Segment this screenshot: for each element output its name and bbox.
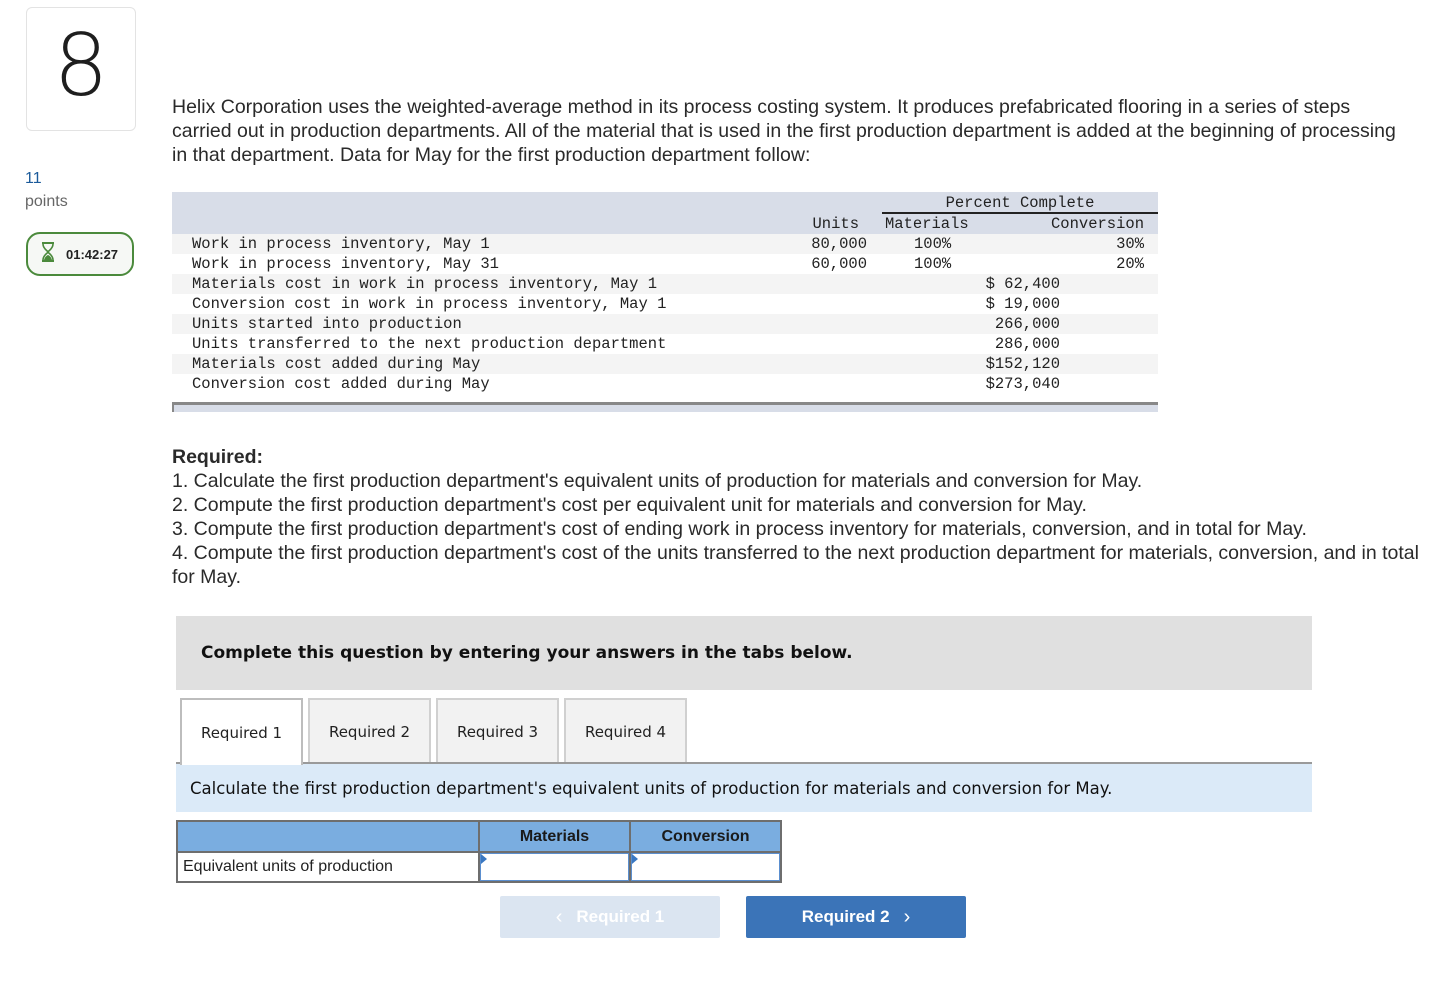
- tab-required-1[interactable]: Required 1: [180, 698, 303, 765]
- question-number: 8: [53, 16, 109, 116]
- row-label: Work in process inventory, May 31: [192, 255, 499, 273]
- row-units: 60,000: [811, 255, 867, 273]
- question-page: 8 11 points 01:42:27 Helix Corporation u…: [0, 0, 1452, 990]
- table-row: Materials cost in work in process invent…: [172, 274, 1158, 294]
- tab-panel-description: Calculate the first production departmen…: [176, 764, 1312, 812]
- table-row: Conversion cost added during May $273,04…: [172, 374, 1158, 394]
- row-value: $ 19,000: [985, 295, 1060, 313]
- table-row: Conversion cost in work in process inven…: [172, 294, 1158, 314]
- conversion-header: Conversion: [1050, 215, 1144, 233]
- points-label: points: [25, 193, 68, 210]
- points-value: 11: [25, 170, 42, 187]
- answer-header-materials: Materials: [478, 820, 631, 853]
- row-materials-pct: 100%: [914, 235, 952, 253]
- row-label: Conversion cost added during May: [192, 375, 490, 393]
- required-item: 1. Calculate the first production depart…: [172, 470, 1143, 492]
- input-flag-icon: [481, 854, 487, 864]
- answer-header-blank: [176, 820, 480, 853]
- chevron-left-icon: ‹: [555, 906, 563, 928]
- row-value: 286,000: [994, 335, 1060, 353]
- instruction-text: Complete this question by entering your …: [201, 643, 853, 663]
- row-conversion-pct: 20%: [1116, 255, 1144, 273]
- row-value: $ 62,400: [985, 275, 1060, 293]
- timer-badge: 01:42:27: [26, 232, 134, 276]
- data-table: Percent Complete Units Materials Convers…: [172, 192, 1158, 412]
- tab-required-2[interactable]: Required 2: [308, 698, 431, 763]
- row-conversion-pct: 30%: [1116, 235, 1144, 253]
- units-header: Units: [812, 215, 859, 233]
- row-label: Materials cost in work in process invent…: [192, 275, 658, 293]
- hourglass-icon: [40, 241, 56, 267]
- row-label: Work in process inventory, May 1: [192, 235, 490, 253]
- row-label: Materials cost added during May: [192, 355, 481, 373]
- answer-table-header: Materials Conversion: [176, 820, 782, 853]
- answer-header-conversion: Conversion: [629, 820, 782, 853]
- table-row: Units transferred to the next production…: [172, 334, 1158, 354]
- materials-equivalent-units-input[interactable]: [480, 853, 629, 881]
- materials-cell: [478, 851, 631, 883]
- answer-table: Materials Conversion Equivalent units of…: [176, 820, 782, 883]
- required-title: Required:: [172, 446, 264, 468]
- equivalent-units-label: Equivalent units of production: [176, 851, 480, 883]
- table-row: Materials cost added during May $152,120: [172, 354, 1158, 374]
- row-units: 80,000: [811, 235, 867, 253]
- row-value: $152,120: [985, 355, 1060, 373]
- next-button-label: Required 2: [801, 907, 890, 926]
- required-item: 3. Compute the first production departme…: [172, 518, 1307, 540]
- tab-bar: Required 1 Required 2 Required 3 Require…: [180, 698, 687, 765]
- required-item: 2. Compute the first production departme…: [172, 494, 1087, 516]
- next-required-button[interactable]: Required 2 ›: [746, 896, 966, 938]
- chevron-right-icon: ›: [903, 906, 911, 928]
- materials-header: Materials: [885, 215, 969, 233]
- row-value: $273,040: [985, 375, 1060, 393]
- question-intro: Helix Corporation uses the weighted-aver…: [172, 96, 1396, 166]
- data-table-header: Percent Complete Units Materials Convers…: [172, 192, 1158, 234]
- table-row: Work in process inventory, May 1 80,000 …: [172, 234, 1158, 254]
- table-row: Work in process inventory, May 31 60,000…: [172, 254, 1158, 274]
- data-table-footer: [172, 402, 1158, 412]
- percent-complete-header: Percent Complete: [882, 194, 1158, 214]
- tab-required-4[interactable]: Required 4: [564, 698, 687, 763]
- previous-button-label: Required 1: [576, 907, 665, 926]
- required-item: 4. Compute the first production departme…: [172, 542, 1419, 588]
- tab-required-3[interactable]: Required 3: [436, 698, 559, 763]
- tab-panel-description-text: Calculate the first production departmen…: [190, 778, 1113, 798]
- conversion-equivalent-units-input[interactable]: [631, 853, 780, 881]
- instruction-banner: Complete this question by entering your …: [176, 616, 1312, 690]
- question-number-box: 8: [26, 7, 136, 131]
- data-table-body: Work in process inventory, May 1 80,000 …: [172, 234, 1158, 394]
- previous-required-button[interactable]: ‹ Required 1: [500, 896, 720, 938]
- table-row: Equivalent units of production: [176, 851, 782, 883]
- row-value: 266,000: [994, 315, 1060, 333]
- table-row: Units started into production 266,000: [172, 314, 1158, 334]
- row-label: Units transferred to the next production…: [192, 335, 667, 353]
- row-label: Conversion cost in work in process inven…: [192, 295, 667, 313]
- timer-text: 01:42:27: [66, 246, 119, 262]
- row-materials-pct: 100%: [914, 255, 952, 273]
- required-section: Required: 1. Calculate the first product…: [172, 445, 1432, 589]
- row-label: Units started into production: [192, 315, 462, 333]
- conversion-cell: [629, 851, 782, 883]
- input-flag-icon: [632, 854, 638, 864]
